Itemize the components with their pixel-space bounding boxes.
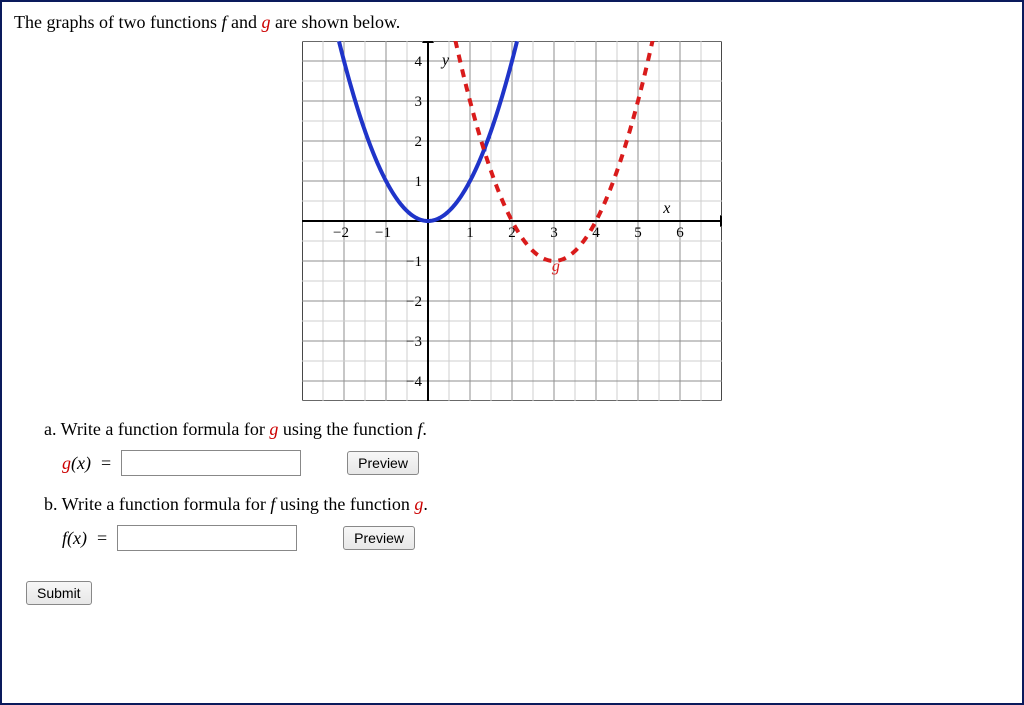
svg-text:1: 1: [415, 174, 423, 190]
svg-text:x: x: [662, 200, 670, 217]
svg-text:6: 6: [676, 225, 684, 241]
part-a-answer-row: g(x) = Preview: [62, 450, 1010, 476]
svg-text:3: 3: [415, 94, 423, 110]
svg-text:2: 2: [415, 134, 423, 150]
function-graph: −2−1123456−4−3−2−11234yxfg: [302, 41, 722, 401]
prompt-post: are shown below.: [270, 12, 400, 32]
preview-button-b[interactable]: Preview: [343, 526, 415, 550]
part-b-answer-row: f(x) = Preview: [62, 525, 1010, 551]
part-b-input[interactable]: [117, 525, 297, 551]
part-a-input[interactable]: [121, 450, 301, 476]
svg-text:5: 5: [634, 225, 642, 241]
svg-text:−3: −3: [406, 334, 422, 350]
svg-text:3: 3: [550, 225, 558, 241]
svg-text:−2: −2: [333, 225, 349, 241]
preview-button-a[interactable]: Preview: [347, 451, 419, 475]
problem-prompt: The graphs of two functions f and g are …: [14, 12, 1010, 33]
svg-text:−1: −1: [406, 254, 422, 270]
svg-text:4: 4: [415, 54, 423, 70]
submit-button[interactable]: Submit: [26, 581, 92, 605]
prompt-mid: and: [226, 12, 261, 32]
svg-text:−2: −2: [406, 294, 422, 310]
svg-text:−1: −1: [375, 225, 391, 241]
svg-text:y: y: [440, 52, 450, 69]
prompt-pre: The graphs of two functions: [14, 12, 221, 32]
svg-text:−4: −4: [406, 374, 422, 390]
svg-text:g: g: [552, 258, 560, 275]
part-b-text: b. Write a function formula for f using …: [44, 494, 1010, 515]
part-a-lhs: g(x): [62, 453, 91, 474]
svg-text:1: 1: [466, 225, 474, 241]
part-b-lhs: f(x): [62, 528, 87, 549]
part-a-text: a. Write a function formula for g using …: [44, 419, 1010, 440]
chart-container: −2−1123456−4−3−2−11234yxfg: [14, 41, 1010, 401]
